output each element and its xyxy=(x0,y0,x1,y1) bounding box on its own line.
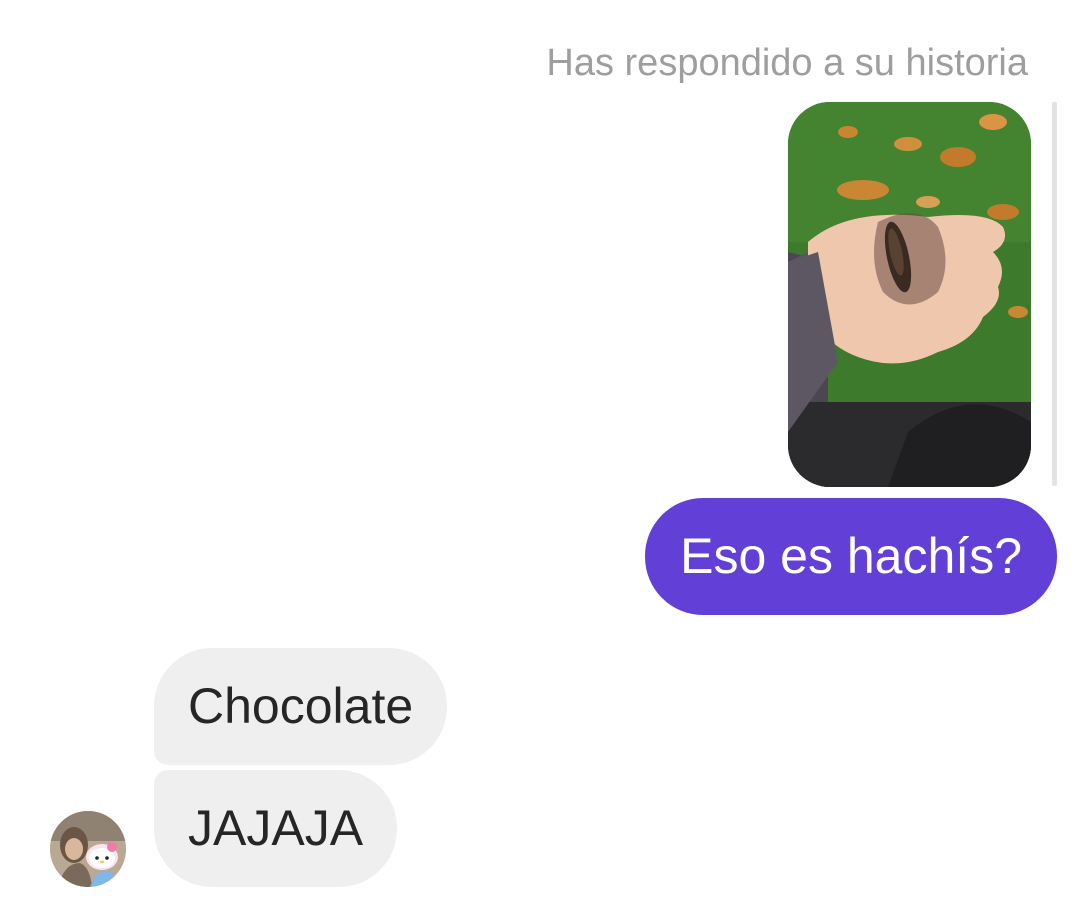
incoming-message-bubble-2[interactable]: JAJAJA xyxy=(154,770,398,887)
reply-note: Has respondido a su historia xyxy=(546,42,1028,84)
story-photo-icon xyxy=(788,102,1031,487)
contact-avatar[interactable] xyxy=(50,811,126,887)
user-avatar-icon xyxy=(50,811,126,887)
story-thumbnail[interactable] xyxy=(788,102,1031,487)
story-reply-bar xyxy=(1052,102,1057,486)
incoming-message-bubble-1[interactable]: Chocolate xyxy=(154,648,448,765)
outgoing-message-bubble[interactable]: Eso es hachís? xyxy=(645,498,1057,615)
